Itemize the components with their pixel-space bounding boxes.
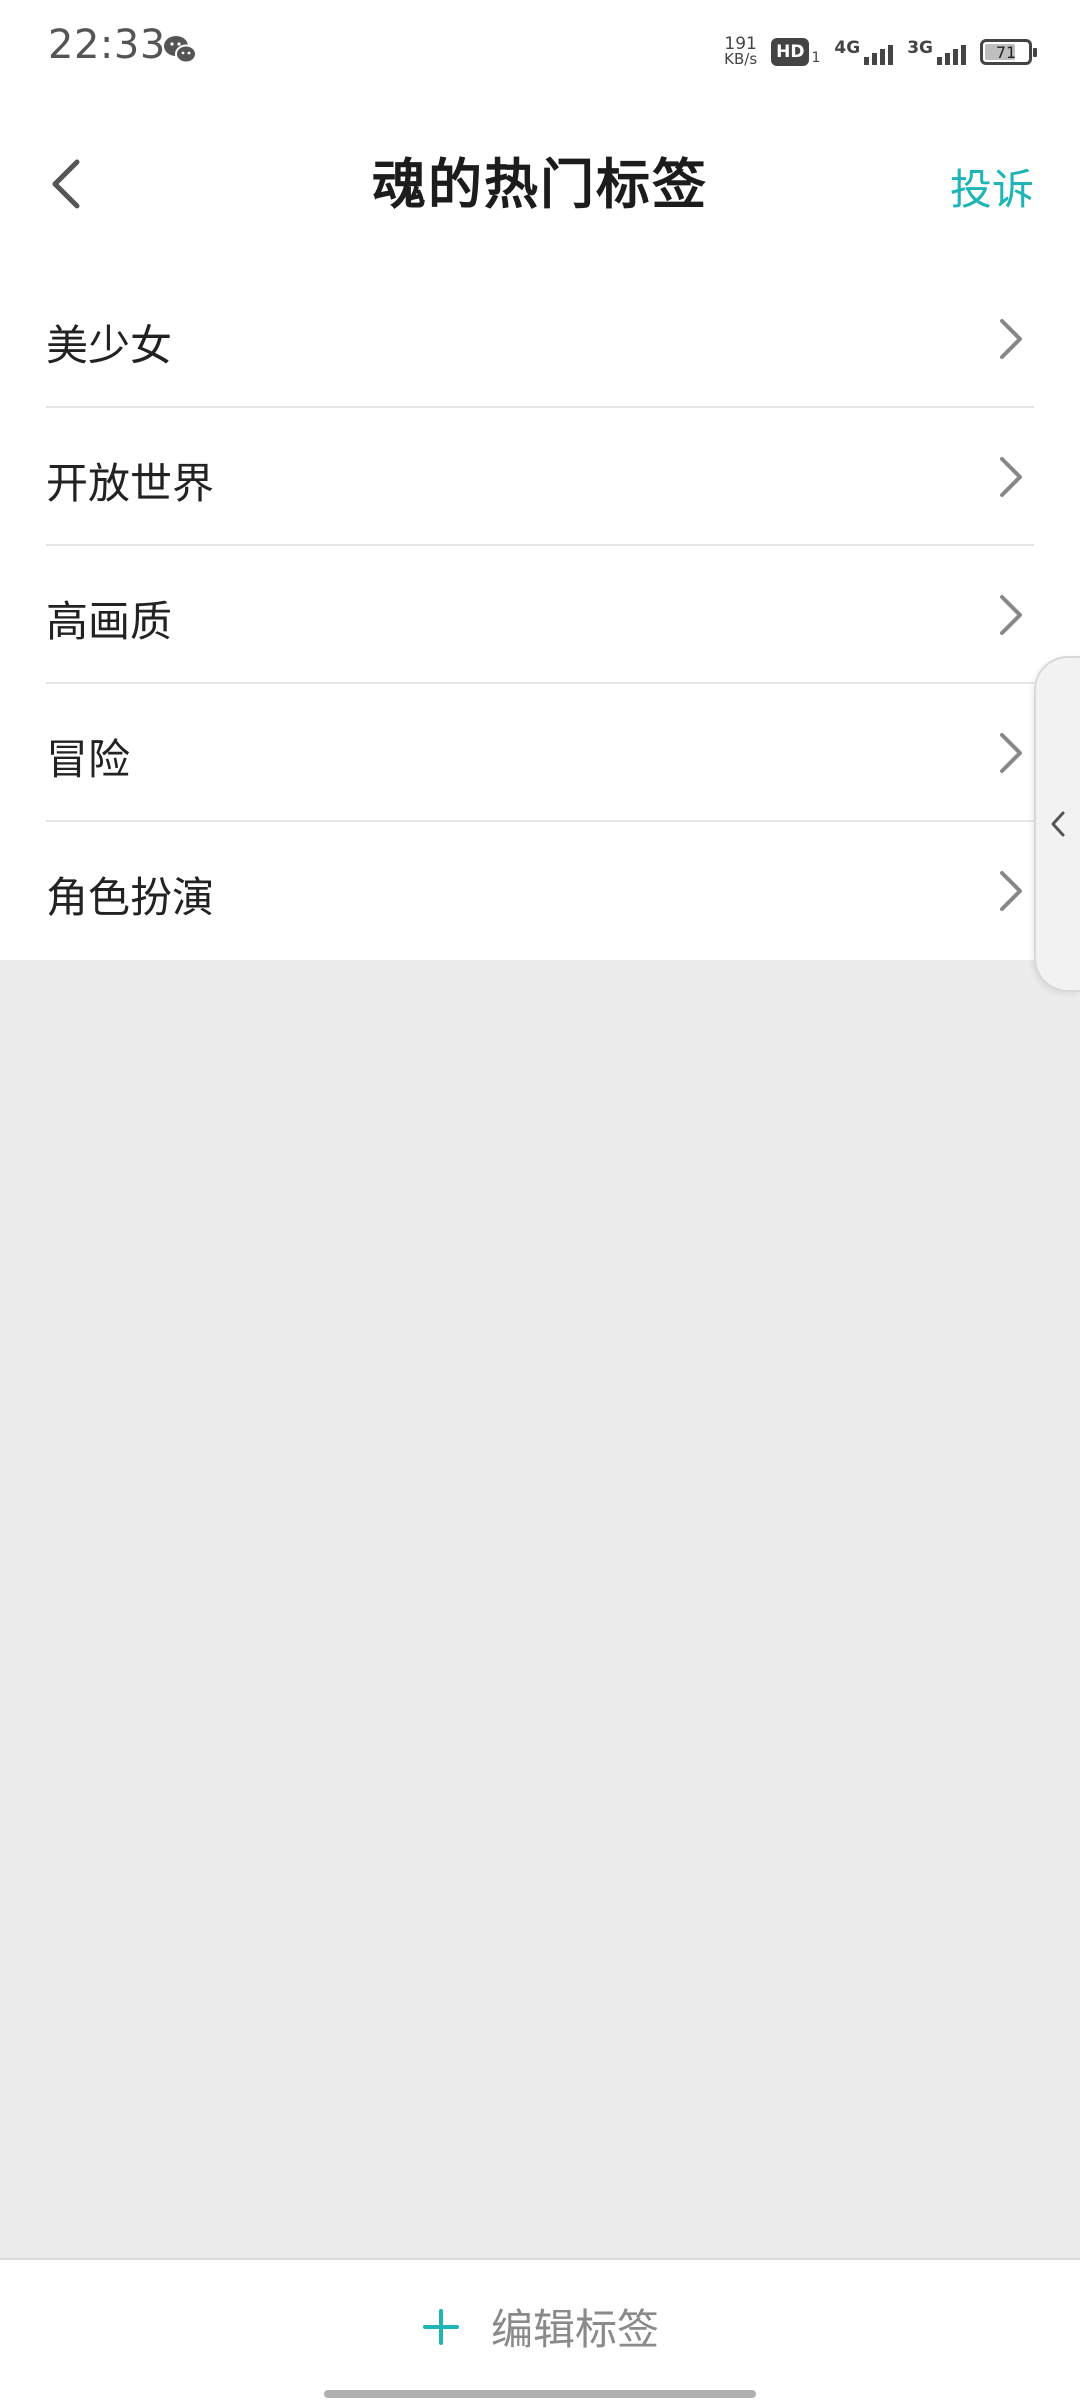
chevron-right-icon [1000,733,1022,773]
chevron-left-icon [1051,811,1065,837]
bottom-bar: 编辑标签 [0,2258,1080,2400]
report-button[interactable]: 投诉 [950,156,1034,217]
side-panel-handle[interactable] [1034,656,1080,992]
status-bar: 22:33 191 KB/s HD 1 4G 3G 71 [0,0,1080,100]
chevron-right-icon [1000,319,1022,359]
battery-icon: 71 [980,39,1037,65]
hd-label: HD [771,38,810,66]
tag-label: 冒险 [46,735,131,784]
chevron-right-icon [1000,595,1022,635]
tag-row[interactable]: 高画质 [0,546,1080,684]
hd-sub: 1 [811,50,821,66]
status-time: 22:33 [48,22,166,68]
tag-label: 开放世界 [46,459,215,508]
sim1-signal-bars [864,39,894,65]
tag-row[interactable]: 开放世界 [0,408,1080,546]
tag-row[interactable]: 角色扮演 [0,822,1080,960]
sim2-signal-bars [937,39,966,65]
status-indicators: 191 KB/s HD 1 4G 3G 71 [724,30,1037,74]
tag-label: 角色扮演 [46,873,215,922]
edit-tags-button[interactable]: 编辑标签 [0,2296,1080,2357]
edit-tags-label: 编辑标签 [490,2305,659,2354]
sim2-network-type: 3G [907,38,933,58]
plus-icon [422,2308,459,2345]
tag-row[interactable]: 美少女 [0,270,1080,408]
tag-label: 高画质 [46,597,173,646]
page-title: 魂的热门标签 [372,153,708,216]
chevron-right-icon [1000,871,1022,911]
header: 魂的热门标签 投诉 [0,100,1080,270]
sim2-signal-icon: 3G [907,39,966,65]
wechat-icon [164,36,197,64]
hd-voice-icon: HD 1 [771,38,820,66]
sim1-network-type: 4G [834,38,861,58]
tag-list: 美少女 开放世界 高画质 冒险 角色扮演 [0,270,1080,960]
battery-level: 71 [995,42,1017,62]
home-indicator[interactable] [324,2390,756,2398]
tag-label: 美少女 [46,321,173,370]
tag-row[interactable]: 冒险 [0,684,1080,822]
network-speed-unit: KB/s [724,50,758,68]
sim1-signal-icon: 4G [834,38,894,65]
chevron-right-icon [1000,457,1022,497]
network-speed: 191 KB/s [724,36,758,68]
